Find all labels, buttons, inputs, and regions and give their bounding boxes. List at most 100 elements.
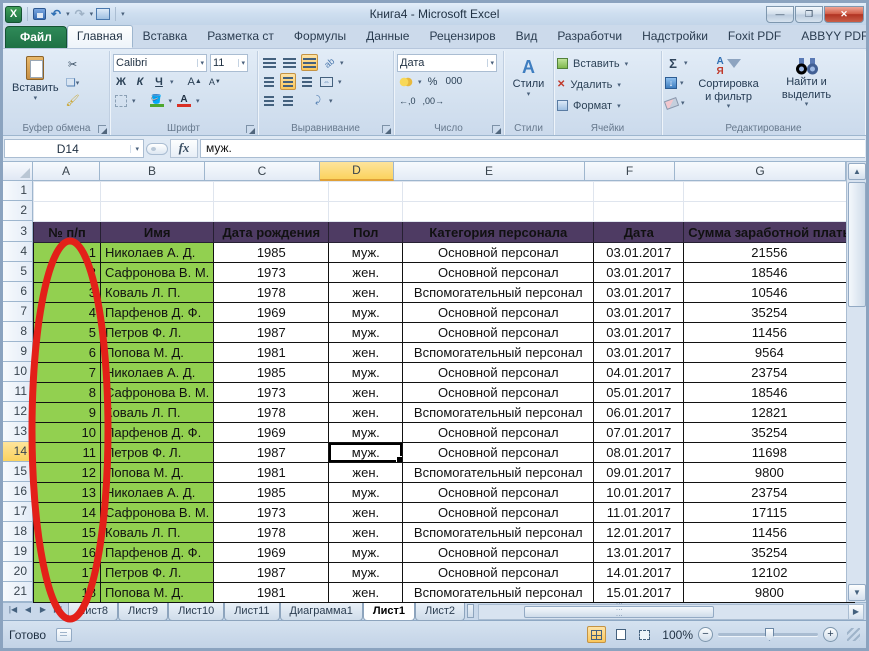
accounting-format-button[interactable]: [397, 73, 415, 90]
previous-sheet-icon[interactable]: ◀: [21, 605, 35, 614]
scroll-down-icon[interactable]: ▼: [848, 584, 866, 601]
row-header-18[interactable]: 18: [3, 522, 33, 542]
select-all-corner[interactable]: [3, 162, 33, 181]
row-header-19[interactable]: 19: [3, 542, 33, 562]
row-header-15[interactable]: 15: [3, 462, 33, 482]
insert-function-button[interactable]: fx: [170, 139, 198, 158]
cell-D21[interactable]: жен.: [329, 583, 403, 603]
sheet-tab-лист11[interactable]: Лист11: [224, 603, 279, 621]
cell-F4[interactable]: 03.01.2017: [594, 243, 684, 263]
font-size-combo[interactable]: 11▾: [210, 54, 248, 72]
cell-B6[interactable]: Коваль Л. П.: [101, 283, 214, 303]
cell-D14[interactable]: муж.: [329, 443, 403, 463]
cell-A11[interactable]: 8: [34, 383, 101, 403]
ribbon-tab-рецензиров[interactable]: Рецензиров: [419, 25, 505, 48]
cell-D20[interactable]: муж.: [329, 563, 403, 583]
cell-E13[interactable]: Основной персонал: [403, 423, 594, 443]
cell-D12[interactable]: жен.: [329, 403, 403, 423]
cell-F18[interactable]: 12.01.2017: [594, 523, 684, 543]
cell-F17[interactable]: 11.01.2017: [594, 503, 684, 523]
align-top-button[interactable]: [261, 54, 278, 71]
cell-A12[interactable]: 9: [34, 403, 101, 423]
paste-button[interactable]: Вставить▾: [7, 53, 64, 109]
page-break-view-button[interactable]: [635, 626, 654, 643]
format-painter-button[interactable]: 🖌: [64, 92, 82, 109]
cell-F16[interactable]: 10.01.2017: [594, 483, 684, 503]
percent-style-button[interactable]: %: [425, 73, 441, 90]
find-select-button[interactable]: Найти и выделить▾: [770, 53, 844, 114]
ribbon-tab-file[interactable]: Файл: [5, 26, 67, 48]
cell-D18[interactable]: жен.: [329, 523, 403, 543]
sheet-tab-лист8[interactable]: Лист8: [68, 603, 118, 621]
cell-G15[interactable]: 9800: [684, 463, 855, 483]
align-left-button[interactable]: [261, 73, 277, 90]
row-header-9[interactable]: 9: [3, 342, 33, 362]
name-box[interactable]: D14▾: [4, 139, 144, 158]
cell-D6[interactable]: жен.: [329, 283, 403, 303]
cell-F1[interactable]: [594, 182, 684, 202]
cell-G20[interactable]: 12102: [684, 563, 855, 583]
alignment-dialog-launcher-icon[interactable]: [382, 125, 390, 133]
cell-D5[interactable]: жен.: [329, 263, 403, 283]
cell-C16[interactable]: 1985: [214, 483, 329, 503]
cell-A18[interactable]: 15: [34, 523, 101, 543]
increase-decimal-button[interactable]: ←,0: [397, 92, 418, 109]
cell-B11[interactable]: Сафронова В. М.: [101, 383, 214, 403]
cell-F20[interactable]: 14.01.2017: [594, 563, 684, 583]
close-button[interactable]: ✕: [824, 6, 864, 23]
grow-font-button[interactable]: А▲: [186, 73, 204, 90]
cell-E21[interactable]: Вспомогательный персонал: [403, 583, 594, 603]
ribbon-tab-разметка-ст[interactable]: Разметка ст: [197, 25, 284, 48]
ribbon-tab-вид[interactable]: Вид: [506, 25, 548, 48]
sheet-tab-лист9[interactable]: Лист9: [118, 603, 168, 621]
cell-E7[interactable]: Основной персонал: [403, 303, 594, 323]
row-header-10[interactable]: 10: [3, 362, 33, 382]
cell-A6[interactable]: 3: [34, 283, 101, 303]
cell-E9[interactable]: Вспомогательный персонал: [403, 343, 594, 363]
cell-B13[interactable]: Парфенов Д. Ф.: [101, 423, 214, 443]
row-header-7[interactable]: 7: [3, 302, 33, 322]
cell-A21[interactable]: 18: [34, 583, 101, 603]
cell-C8[interactable]: 1987: [214, 323, 329, 343]
cell-B17[interactable]: Сафронова В. М.: [101, 503, 214, 523]
column-header-G[interactable]: G: [675, 162, 846, 181]
cell-F19[interactable]: 13.01.2017: [594, 543, 684, 563]
cell-G6[interactable]: 10546: [684, 283, 855, 303]
row-header-8[interactable]: 8: [3, 322, 33, 342]
cell-D19[interactable]: муж.: [329, 543, 403, 563]
cell-C21[interactable]: 1981: [214, 583, 329, 603]
cell-A10[interactable]: 7: [34, 363, 101, 383]
borders-button[interactable]: [113, 92, 129, 109]
horizontal-scroll-thumb[interactable]: [524, 606, 714, 618]
cell-G14[interactable]: 11698: [684, 443, 855, 463]
cell-A2[interactable]: [34, 202, 101, 222]
tab-splitter[interactable]: [467, 604, 474, 618]
row-header-16[interactable]: 16: [3, 482, 33, 502]
autosum-button[interactable]: Σ: [665, 55, 681, 72]
align-center-button[interactable]: [280, 73, 296, 90]
vertical-scrollbar[interactable]: ▲ ▼: [846, 162, 866, 602]
underline-button[interactable]: Ч: [151, 73, 167, 90]
cell-F5[interactable]: 03.01.2017: [594, 263, 684, 283]
cell-B8[interactable]: Петров Ф. Л.: [101, 323, 214, 343]
vertical-scroll-thumb[interactable]: [848, 182, 866, 307]
row-header-2[interactable]: 2: [3, 201, 33, 221]
cell-E10[interactable]: Основной персонал: [403, 363, 594, 383]
copy-button[interactable]: ❏▾: [64, 74, 82, 91]
italic-button[interactable]: К: [132, 73, 148, 90]
cell-D17[interactable]: жен.: [329, 503, 403, 523]
format-cells-button[interactable]: Формат: [571, 97, 614, 114]
ribbon-tab-надстройки[interactable]: Надстройки: [632, 25, 718, 48]
cell-G1[interactable]: [684, 182, 855, 202]
cell-C13[interactable]: 1969: [214, 423, 329, 443]
align-right-button[interactable]: [299, 73, 315, 90]
cell-G5[interactable]: 18546: [684, 263, 855, 283]
ribbon-tab-формулы[interactable]: Формулы: [284, 25, 356, 48]
cell-F3[interactable]: Дата: [594, 222, 684, 243]
font-name-combo[interactable]: Calibri▾: [113, 54, 207, 72]
cell-D3[interactable]: Пол: [329, 222, 403, 243]
cell-E18[interactable]: Вспомогательный персонал: [403, 523, 594, 543]
column-header-E[interactable]: E: [394, 162, 585, 181]
cell-G3[interactable]: Сумма заработной плать: [684, 222, 855, 243]
wrap-text-button[interactable]: ⤸: [310, 92, 326, 109]
